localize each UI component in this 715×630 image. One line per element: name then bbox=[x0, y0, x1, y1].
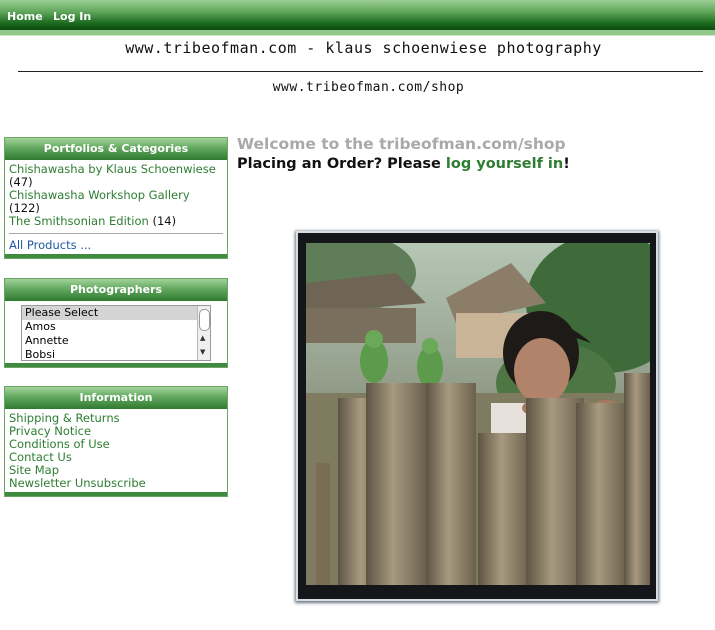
order-prompt-text: Placing an Order? Please bbox=[237, 156, 446, 172]
category-count: (47) bbox=[9, 175, 33, 189]
categories-box: Portfolios & Categories Chishawasha by K… bbox=[4, 137, 228, 259]
category-count: (14) bbox=[152, 214, 177, 228]
category-link[interactable]: Chishawasha Workshop Gallery bbox=[9, 188, 190, 202]
photographer-option[interactable]: Amos bbox=[22, 320, 197, 334]
information-list: Shipping & Returns Privacy Notice Condit… bbox=[5, 409, 227, 492]
categories-footer bbox=[5, 254, 227, 258]
shop-subtitle: www.tribeofman.com/shop bbox=[272, 80, 465, 95]
top-nav-bar bbox=[0, 0, 715, 30]
information-header: Information bbox=[5, 387, 227, 409]
photographer-option[interactable]: Bobsi bbox=[22, 348, 197, 360]
category-link[interactable]: Chishawasha by Klaus Schoenwiese bbox=[9, 162, 216, 176]
photographers-footer bbox=[5, 363, 227, 367]
information-footer bbox=[5, 492, 227, 496]
site-title: www.tribeofman.com - klaus schoenwiese p… bbox=[125, 39, 602, 57]
category-item: The Smithsonian Edition (14) bbox=[9, 215, 223, 228]
category-link[interactable]: The Smithsonian Edition bbox=[9, 214, 149, 228]
home-link[interactable]: Home bbox=[7, 10, 43, 23]
photographers-header: Photographers bbox=[5, 279, 227, 301]
category-divider bbox=[9, 233, 223, 234]
category-count: (122) bbox=[9, 201, 40, 215]
scroll-up-icon[interactable]: ▲ bbox=[200, 334, 205, 342]
category-item: Chishawasha Workshop Gallery (122) bbox=[9, 189, 223, 215]
order-prompt-suffix: ! bbox=[563, 156, 570, 172]
newsletter-unsubscribe-link[interactable]: Newsletter Unsubscribe bbox=[9, 477, 223, 490]
order-prompt: Placing an Order? Please log yourself in… bbox=[237, 156, 570, 172]
login-link[interactable]: Log In bbox=[53, 10, 91, 23]
category-item: Chishawasha by Klaus Schoenwiese (47) bbox=[9, 163, 223, 189]
featured-photo[interactable] bbox=[298, 233, 656, 599]
scroll-down-icon[interactable]: ▼ bbox=[200, 348, 205, 356]
photo-image bbox=[306, 243, 650, 585]
nav-underline-light bbox=[0, 35, 715, 36]
photo-illustration bbox=[306, 243, 650, 585]
login-inline-link[interactable]: log yourself in bbox=[446, 156, 563, 172]
information-box: Information Shipping & Returns Privacy N… bbox=[4, 386, 228, 497]
photographer-select[interactable]: Please Select Amos Annette Bobsi ▲ ▼ bbox=[21, 305, 211, 361]
photographer-option[interactable]: Annette bbox=[22, 334, 197, 348]
all-products-link[interactable]: All Products ... bbox=[9, 239, 223, 252]
categories-list: Chishawasha by Klaus Schoenwiese (47) Ch… bbox=[5, 160, 227, 254]
welcome-heading: Welcome to the tribeofman.com/shop bbox=[237, 135, 566, 153]
listbox-scrollbar[interactable]: ▲ ▼ bbox=[197, 306, 210, 360]
photographer-option[interactable]: Please Select bbox=[22, 306, 197, 320]
header-divider bbox=[18, 71, 703, 72]
categories-header: Portfolios & Categories bbox=[5, 138, 227, 160]
photographers-box: Photographers Please Select Amos Annette… bbox=[4, 278, 228, 368]
scrollbar-thumb[interactable] bbox=[199, 309, 210, 331]
